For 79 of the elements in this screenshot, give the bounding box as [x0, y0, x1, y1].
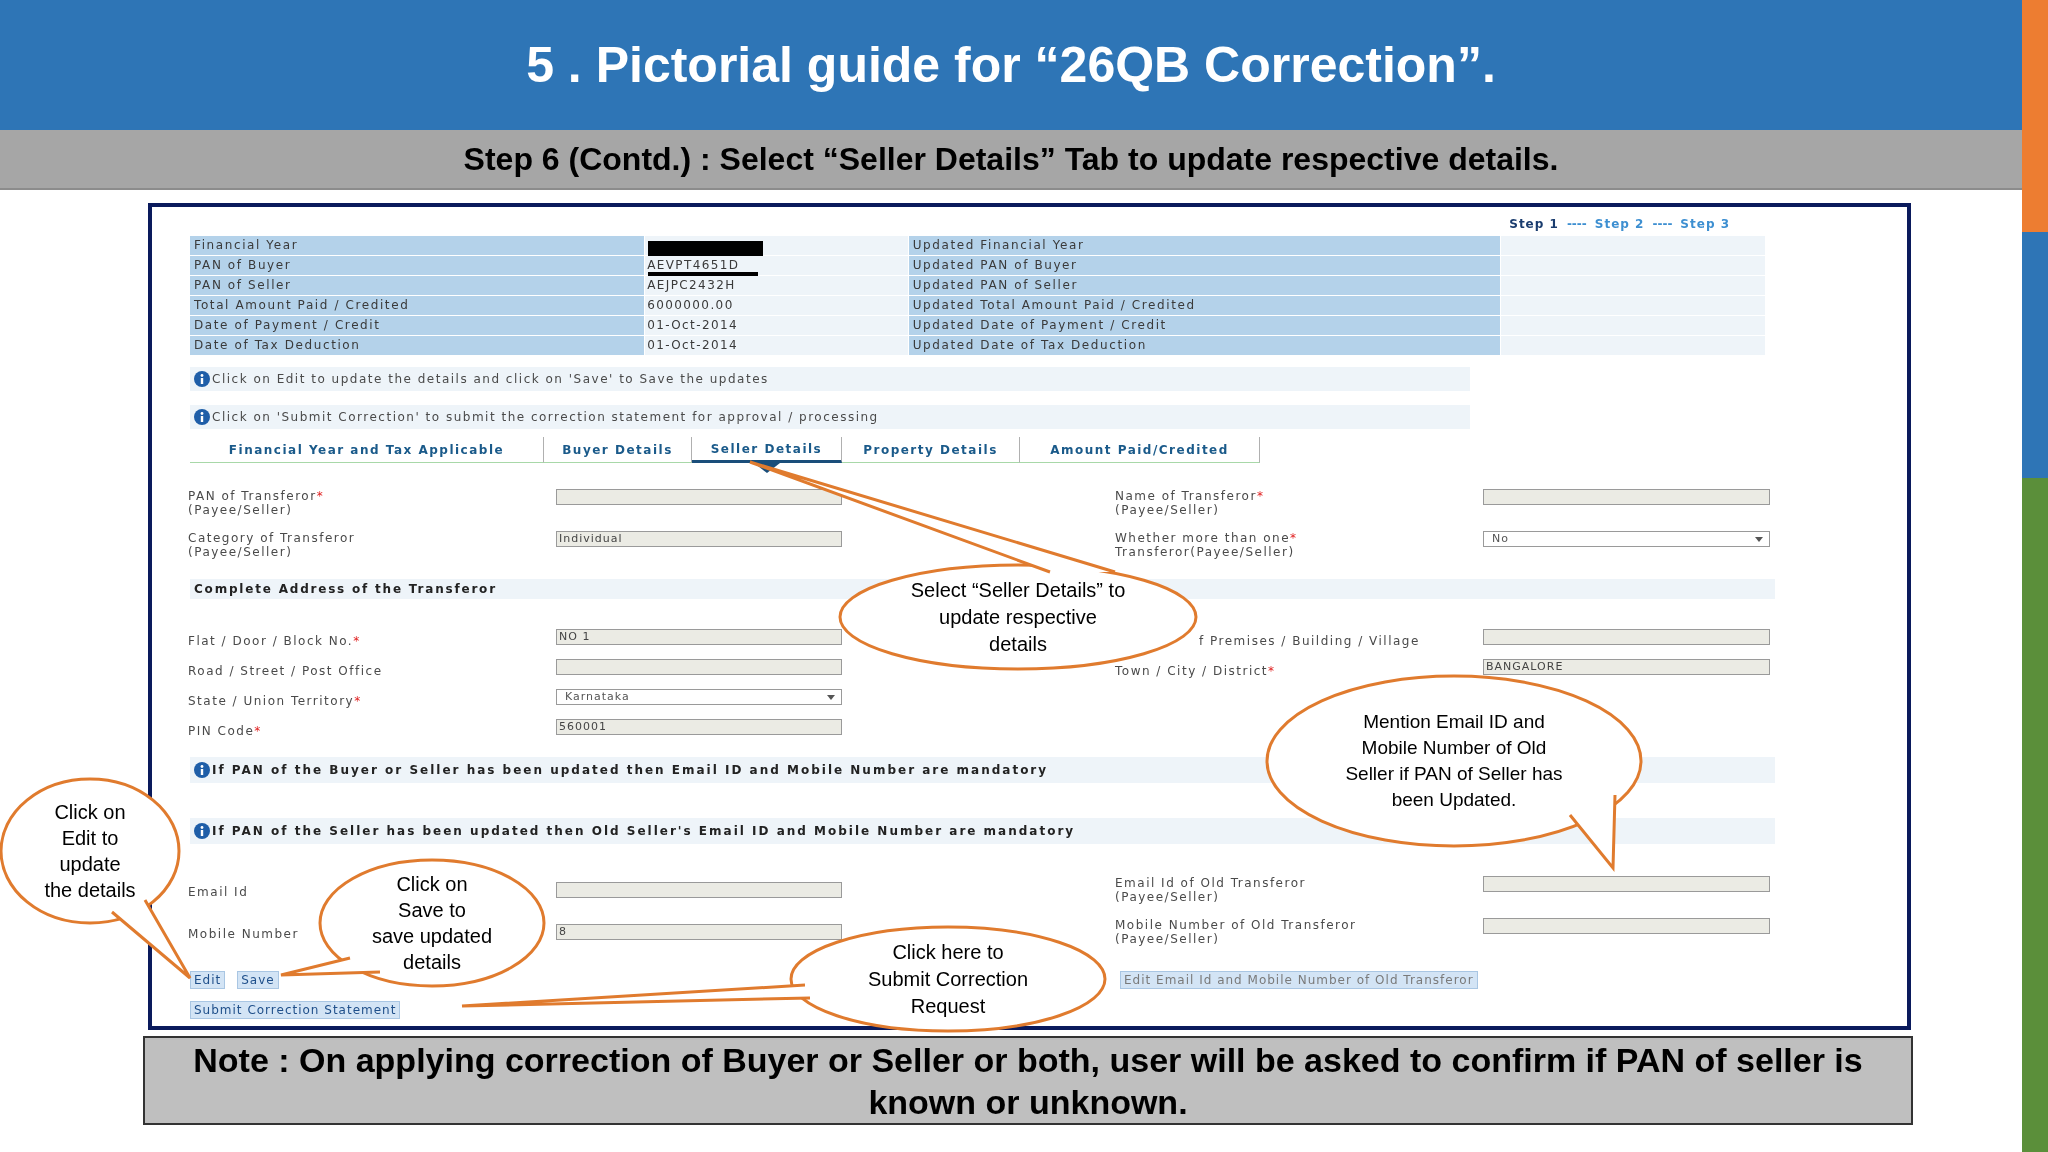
note-text: Note : On applying correction of Buyer or Seller or both, user will be asked to confirm if PAN of seller is known or unknown. [192, 1039, 1864, 1123]
table-cell: AEVPT4651D [645, 256, 908, 275]
table-cell: Financial Year [190, 236, 645, 255]
action-button[interactable]: Save [237, 971, 279, 989]
field-label: PAN of Transferor* (Payee/Seller) [188, 489, 325, 517]
callout-text: Click here to Submit Correction Request [866, 939, 1030, 1019]
info-icon [194, 762, 210, 778]
field-label: Email Id [188, 885, 249, 899]
table-cell: 01-Oct-2014 [645, 316, 908, 335]
field-label: Mobile Number [188, 927, 299, 941]
field-label: Category of Transferor (Payee/Seller) [188, 531, 356, 559]
input-field[interactable]: Individual [556, 531, 842, 547]
table-cell: Total Amount Paid / Credited [190, 296, 645, 315]
field-label: Whether more than one* Transferor(Payee/Seller) [1115, 531, 1298, 559]
dropdown[interactable]: Karnataka [556, 689, 842, 705]
caret-icon [827, 694, 835, 700]
table-cell: Date of Payment / Credit [190, 316, 645, 335]
table-cell: Date of Tax Deduction [190, 336, 645, 355]
section-title: Complete Address of the Transferor [194, 581, 497, 598]
table-cell: 6000000.00 [645, 296, 908, 315]
tab[interactable]: Buyer Details [544, 437, 692, 463]
tab[interactable]: Seller Details [692, 437, 842, 463]
input-field[interactable]: 8 [556, 924, 842, 940]
step-separator: ---- [1652, 216, 1673, 233]
dropdown[interactable]: No [1483, 531, 1770, 547]
step-separator: ---- [1566, 216, 1587, 233]
notice-text: Click on Edit to update the details and click on 'Save' to Save the updates [212, 371, 769, 388]
submit-button[interactable]: Submit Correction Statement [190, 1001, 401, 1019]
callout-text: Click on Save to save updated details [370, 872, 494, 975]
info-icon [194, 371, 210, 387]
field-label: Road / Street / Post Office [188, 664, 383, 678]
input-field[interactable]: NO 1 [556, 629, 842, 645]
input-field[interactable] [556, 659, 842, 675]
table-cell: Updated Financial Year [908, 236, 1500, 255]
input-field[interactable]: 560001 [556, 719, 842, 735]
callout-text: Click on Edit to update the details [43, 800, 137, 903]
input-field[interactable] [556, 489, 842, 505]
action-button[interactable]: Edit [190, 971, 226, 989]
table-cell: PAN of Seller [190, 276, 645, 295]
table-cell: Updated Total Amount Paid / Credited [908, 296, 1500, 315]
field-label: f Premises / Building / Village [1199, 634, 1420, 648]
callout-text: Select “Seller Details” to update respective details [909, 577, 1127, 657]
field-label: Town / City / District* [1115, 664, 1276, 678]
input-field[interactable] [1483, 489, 1770, 505]
dropdown-value: Karnataka [565, 690, 630, 704]
field-label: Flat / Door / Block No.* [188, 634, 361, 648]
notice-text: If PAN of the Buyer or Seller has been updated then Email ID and Mobile Number are mandatory [212, 762, 1049, 779]
field-label: PIN Code* [188, 724, 262, 738]
table-cell: AEJPC2432H [645, 276, 908, 295]
info-icon [194, 823, 210, 839]
table-cell: Updated PAN of Seller [908, 276, 1500, 295]
input-field[interactable] [1483, 876, 1770, 892]
field-label: Name of Transferor* (Payee/Seller) [1115, 489, 1265, 517]
table-cell: Updated Date of Payment / Credit [908, 316, 1500, 335]
caret-icon [1755, 536, 1763, 542]
tab[interactable]: Financial Year and Tax Applicable [190, 437, 544, 463]
slide-title: 5 . Pictorial guide for “26QB Correction”. [526, 35, 1496, 95]
table-cell: Updated Date of Tax Deduction [908, 336, 1500, 355]
tab[interactable]: Property Details [842, 437, 1020, 463]
field-label: State / Union Territory* [188, 694, 362, 708]
input-field[interactable] [1483, 629, 1770, 645]
step-label: Step 1 [1509, 216, 1559, 233]
callout-text: Mention Email ID and Mobile Number of Old Seller if PAN of Seller has been Updated. [1344, 710, 1564, 812]
step-label: Step 2 [1594, 216, 1645, 233]
input-field[interactable]: BANGALORE [1483, 659, 1770, 675]
slide-subtitle: Step 6 (Contd.) : Select “Seller Details” Tab to update respective details. [463, 140, 1559, 179]
table-cell: Updated PAN of Buyer [908, 256, 1500, 275]
table-cell: 01-Oct-2014 [645, 336, 908, 355]
notice-text: If PAN of the Seller has been updated then Old Seller's Email ID and Mobile Number are mandatory [212, 823, 1076, 840]
field-label: Email Id of Old Transferor (Payee/Seller) [1115, 876, 1306, 904]
dropdown-value: No [1492, 532, 1509, 546]
notice-text: Click on 'Submit Correction' to submit the correction statement for approval / processing [212, 409, 879, 426]
input-field[interactable] [556, 882, 842, 898]
field-label: Mobile Number of Old Transferor (Payee/Seller) [1115, 918, 1357, 946]
input-field[interactable] [1483, 918, 1770, 934]
table-cell: PAN of Buyer [190, 256, 645, 275]
info-icon [194, 409, 210, 425]
tab[interactable]: Amount Paid/Credited [1020, 437, 1260, 463]
step-label: Step 3 [1680, 216, 1730, 233]
